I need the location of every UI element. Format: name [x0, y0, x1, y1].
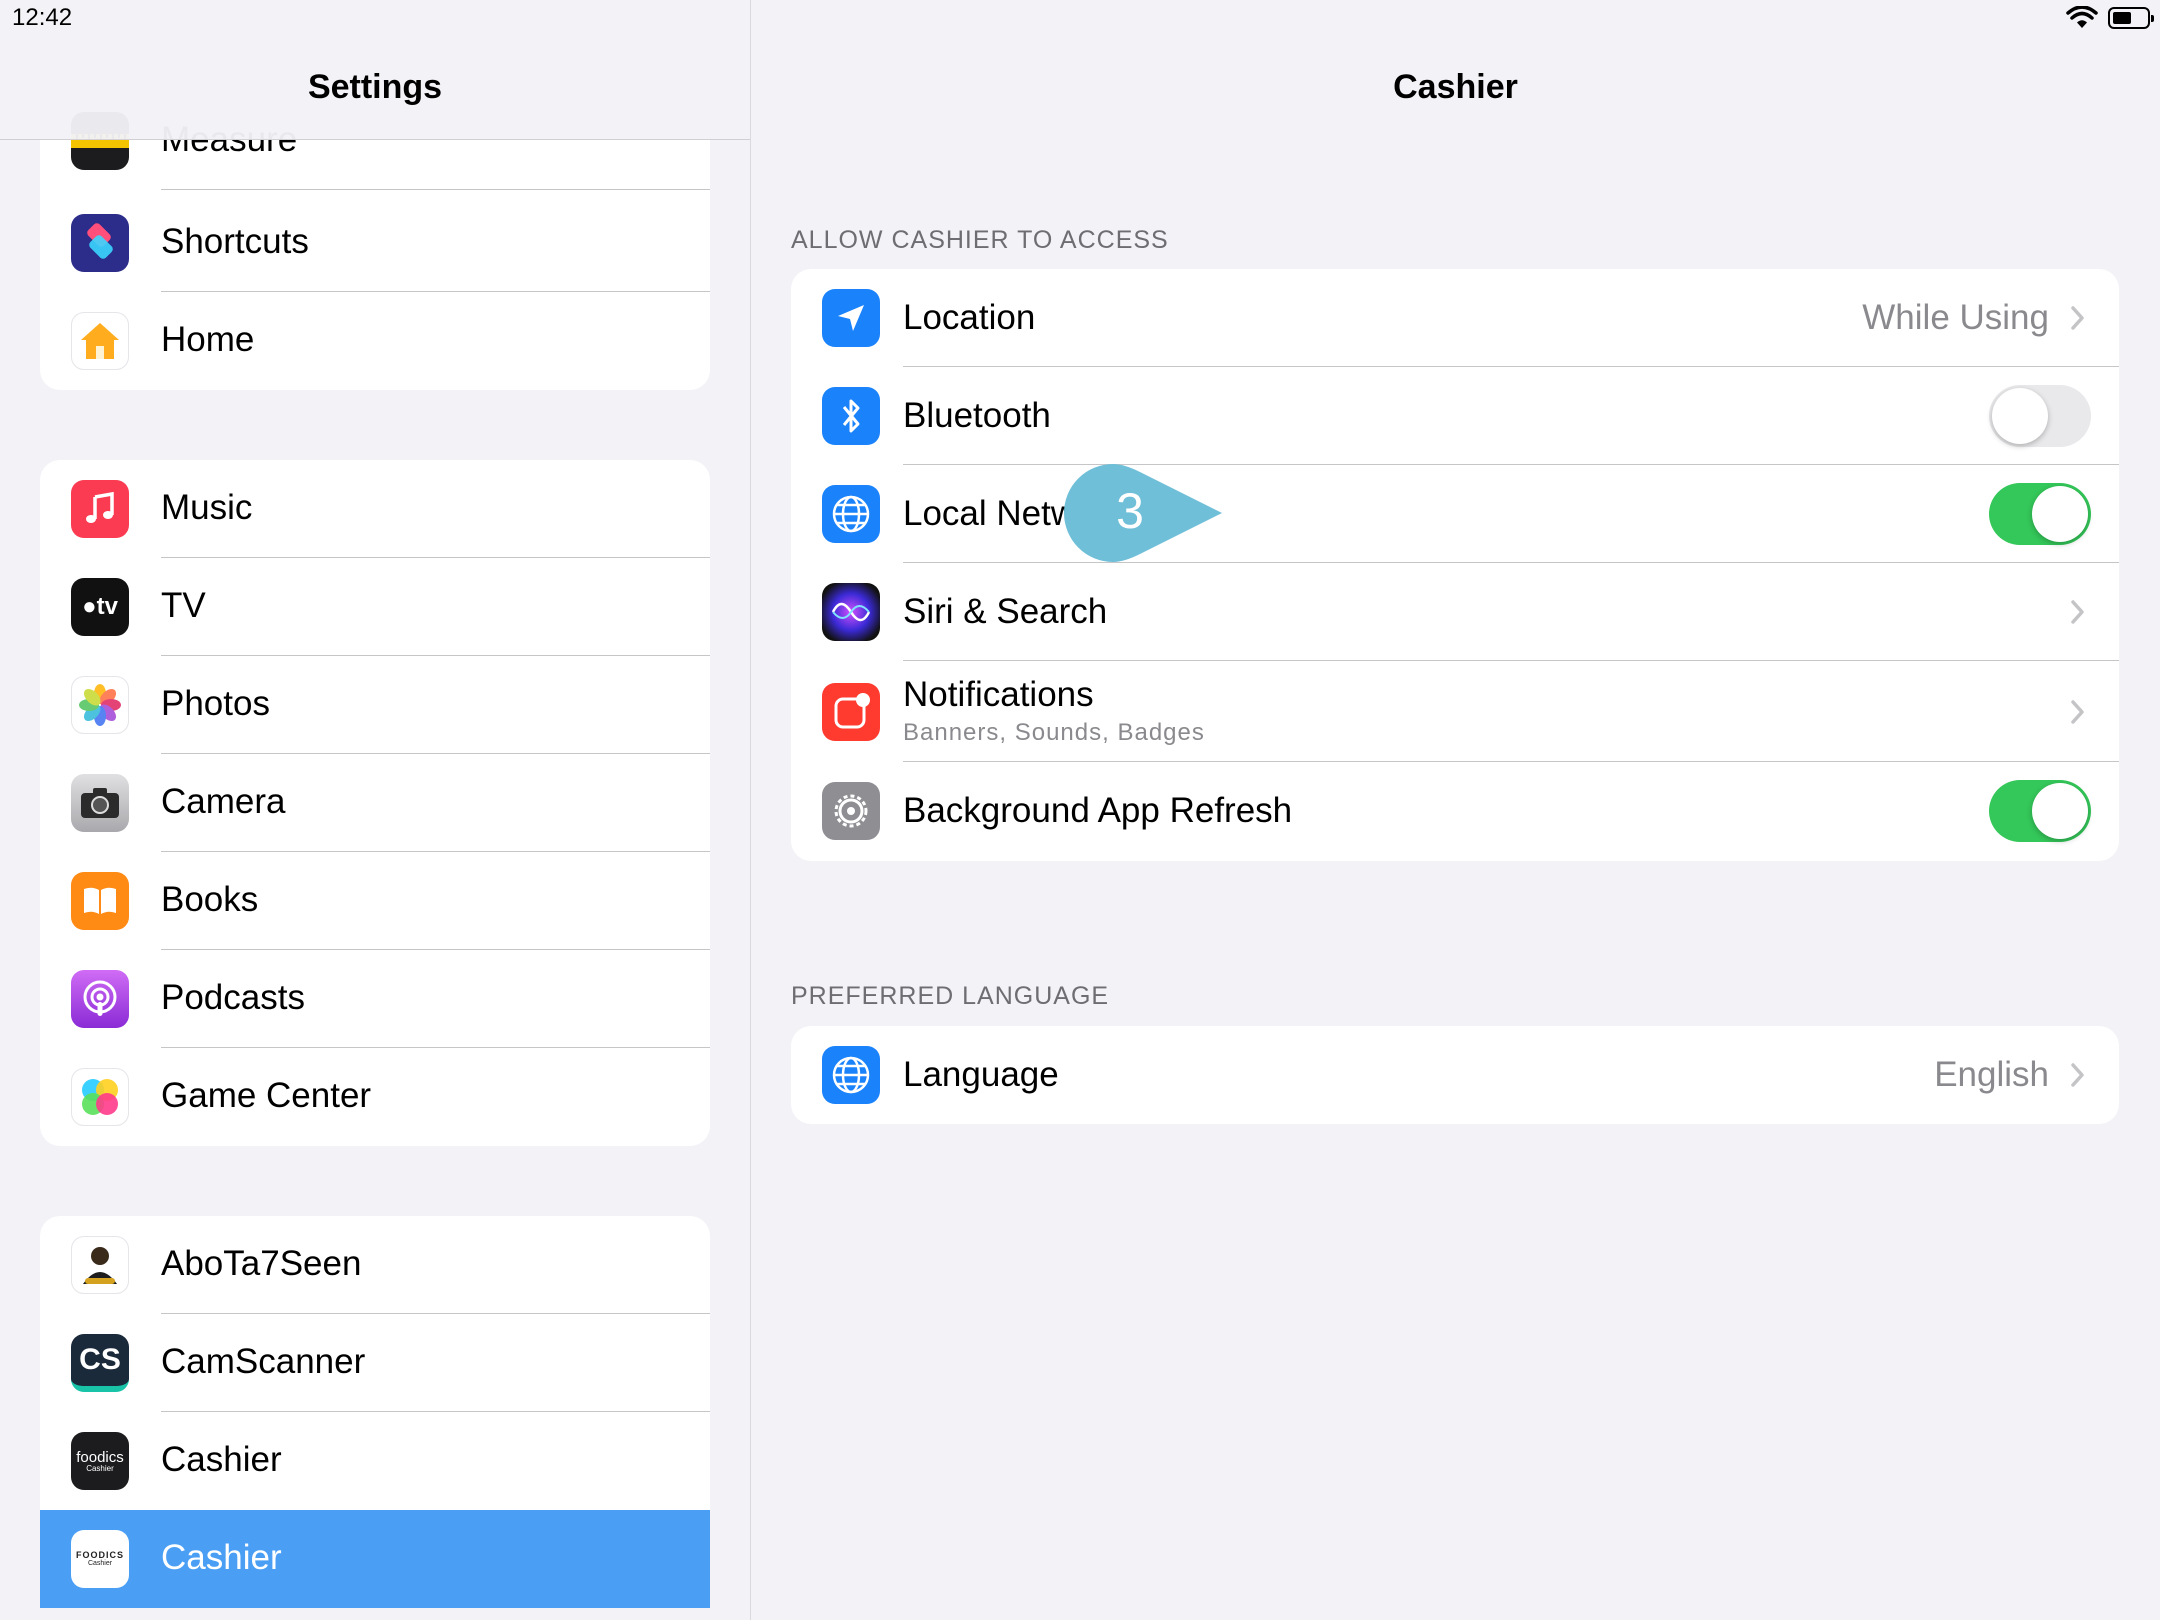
language-label: Language — [903, 1055, 1059, 1094]
sidebar-item-label: Home — [161, 320, 255, 359]
notifications-label: Notifications — [903, 675, 1094, 714]
section-header-access: ALLOW CASHIER TO ACCESS — [791, 226, 1169, 254]
sidebar-item-camscanner[interactable]: CS CamScanner — [40, 1314, 710, 1412]
sidebar-item-label: Cashier — [161, 1538, 282, 1577]
status-indicators — [2066, 6, 2154, 30]
wifi-icon — [2066, 6, 2098, 28]
location-label: Location — [903, 298, 1036, 337]
game-center-icon — [71, 1068, 129, 1126]
sidebar-item-label: TV — [161, 586, 206, 625]
chevron-right-icon — [2071, 1063, 2084, 1087]
globe-icon — [822, 1046, 880, 1104]
sidebar-item-books[interactable]: Books — [40, 852, 710, 950]
status-time: 12:42 — [12, 4, 73, 31]
photos-icon — [71, 676, 129, 734]
sidebar-item-home[interactable]: Home — [40, 292, 710, 390]
bluetooth-row: Bluetooth — [791, 367, 2119, 465]
background-refresh-label: Background App Refresh — [903, 791, 1293, 830]
globe-icon — [822, 485, 880, 543]
toggle-knob — [1992, 388, 2048, 444]
sidebar-item-shortcuts[interactable]: Shortcuts — [40, 194, 710, 292]
location-row[interactable]: Location While Using — [791, 269, 2119, 367]
sidebar-item-game-center[interactable]: Game Center — [40, 1048, 710, 1146]
sidebar-item-photos[interactable]: Photos — [40, 656, 710, 754]
background-refresh-row: Background App Refresh — [791, 762, 2119, 861]
sidebar-item-label: AboTa7Seen — [161, 1244, 362, 1283]
language-row[interactable]: Language English — [791, 1026, 2119, 1124]
bluetooth-toggle[interactable] — [1989, 385, 2091, 447]
settings-group-apps: AboTa7Seen CS CamScanner foodics Cashier … — [40, 1216, 710, 1608]
battery-icon — [2108, 7, 2154, 29]
local-network-toggle[interactable] — [1989, 483, 2091, 545]
settings-group-media: Music ●tv TV Photos Camera Books Podcast… — [40, 460, 710, 1146]
tv-icon: ●tv — [71, 578, 129, 636]
sidebar-item-cashier[interactable]: foodics Cashier Cashier — [40, 1412, 710, 1510]
section-header-language: PREFERRED LANGUAGE — [791, 982, 1110, 1010]
siri-icon — [822, 583, 880, 641]
access-permissions-card: Location While Using Bluetooth Local Net… — [791, 269, 2119, 861]
sidebar-item-tv[interactable]: ●tv TV — [40, 558, 710, 656]
sidebar-item-label: Photos — [161, 684, 270, 723]
books-icon — [71, 872, 129, 930]
gear-icon — [822, 782, 880, 840]
sidebar-item-podcasts[interactable]: Podcasts — [40, 950, 710, 1048]
local-network-row: Local Network — [791, 465, 2119, 563]
siri-search-label: Siri & Search — [903, 592, 1108, 631]
row-divider — [161, 189, 710, 190]
toggle-knob — [2032, 486, 2088, 542]
language-card: Language English — [791, 1026, 2119, 1124]
sidebar-item-camera[interactable]: Camera — [40, 754, 710, 852]
language-value: English — [1934, 1055, 2049, 1094]
abota7seen-icon — [71, 1236, 129, 1294]
location-arrow-icon — [822, 289, 880, 347]
sidebar-item-label: CamScanner — [161, 1342, 366, 1381]
chevron-right-icon — [2071, 600, 2084, 624]
settings-sidebar: Settings Measure Shortcuts Home — [0, 0, 751, 1620]
camscanner-icon: CS — [71, 1334, 129, 1392]
podcasts-icon — [71, 970, 129, 1028]
sidebar-header: Settings — [0, 0, 750, 140]
sidebar-item-label: Podcasts — [161, 978, 305, 1017]
sidebar-item-abota7seen[interactable]: AboTa7Seen — [40, 1216, 710, 1314]
music-icon — [71, 480, 129, 538]
sidebar-item-label: Cashier — [161, 1440, 282, 1479]
notifications-icon — [822, 683, 880, 741]
home-icon — [71, 312, 129, 370]
notifications-subtitle: Banners, Sounds, Badges — [903, 719, 1205, 746]
location-value: While Using — [1862, 298, 2049, 337]
sidebar-item-cashier-selected[interactable]: FOODICS Cashier Cashier — [40, 1510, 710, 1608]
siri-search-row[interactable]: Siri & Search — [791, 563, 2119, 661]
step-number: 3 — [1116, 483, 1144, 539]
foodics-cashier-icon: foodics Cashier — [71, 1432, 129, 1490]
shortcuts-icon — [71, 214, 129, 272]
sidebar-item-label: Books — [161, 880, 259, 919]
sidebar-item-music[interactable]: Music — [40, 460, 710, 558]
sidebar-item-label: Camera — [161, 782, 286, 821]
sidebar-title: Settings — [307, 68, 443, 106]
background-refresh-toggle[interactable] — [1989, 780, 2091, 842]
toggle-knob — [2032, 783, 2088, 839]
detail-pane: Cashier ALLOW CASHIER TO ACCESS Location… — [751, 0, 2160, 1620]
camera-icon — [71, 774, 129, 832]
chevron-right-icon — [2071, 306, 2084, 330]
bluetooth-label: Bluetooth — [903, 396, 1051, 435]
sidebar-item-label: Music — [161, 488, 253, 527]
foodics-cashier-icon: FOODICS Cashier — [71, 1530, 129, 1588]
bluetooth-icon — [822, 387, 880, 445]
sidebar-item-label: Game Center — [161, 1076, 372, 1115]
notifications-row[interactable]: Notifications Banners, Sounds, Badges — [791, 661, 2119, 762]
chevron-right-icon — [2071, 700, 2084, 724]
sidebar-item-label: Shortcuts — [161, 222, 309, 261]
page-title: Cashier — [1393, 68, 1518, 106]
